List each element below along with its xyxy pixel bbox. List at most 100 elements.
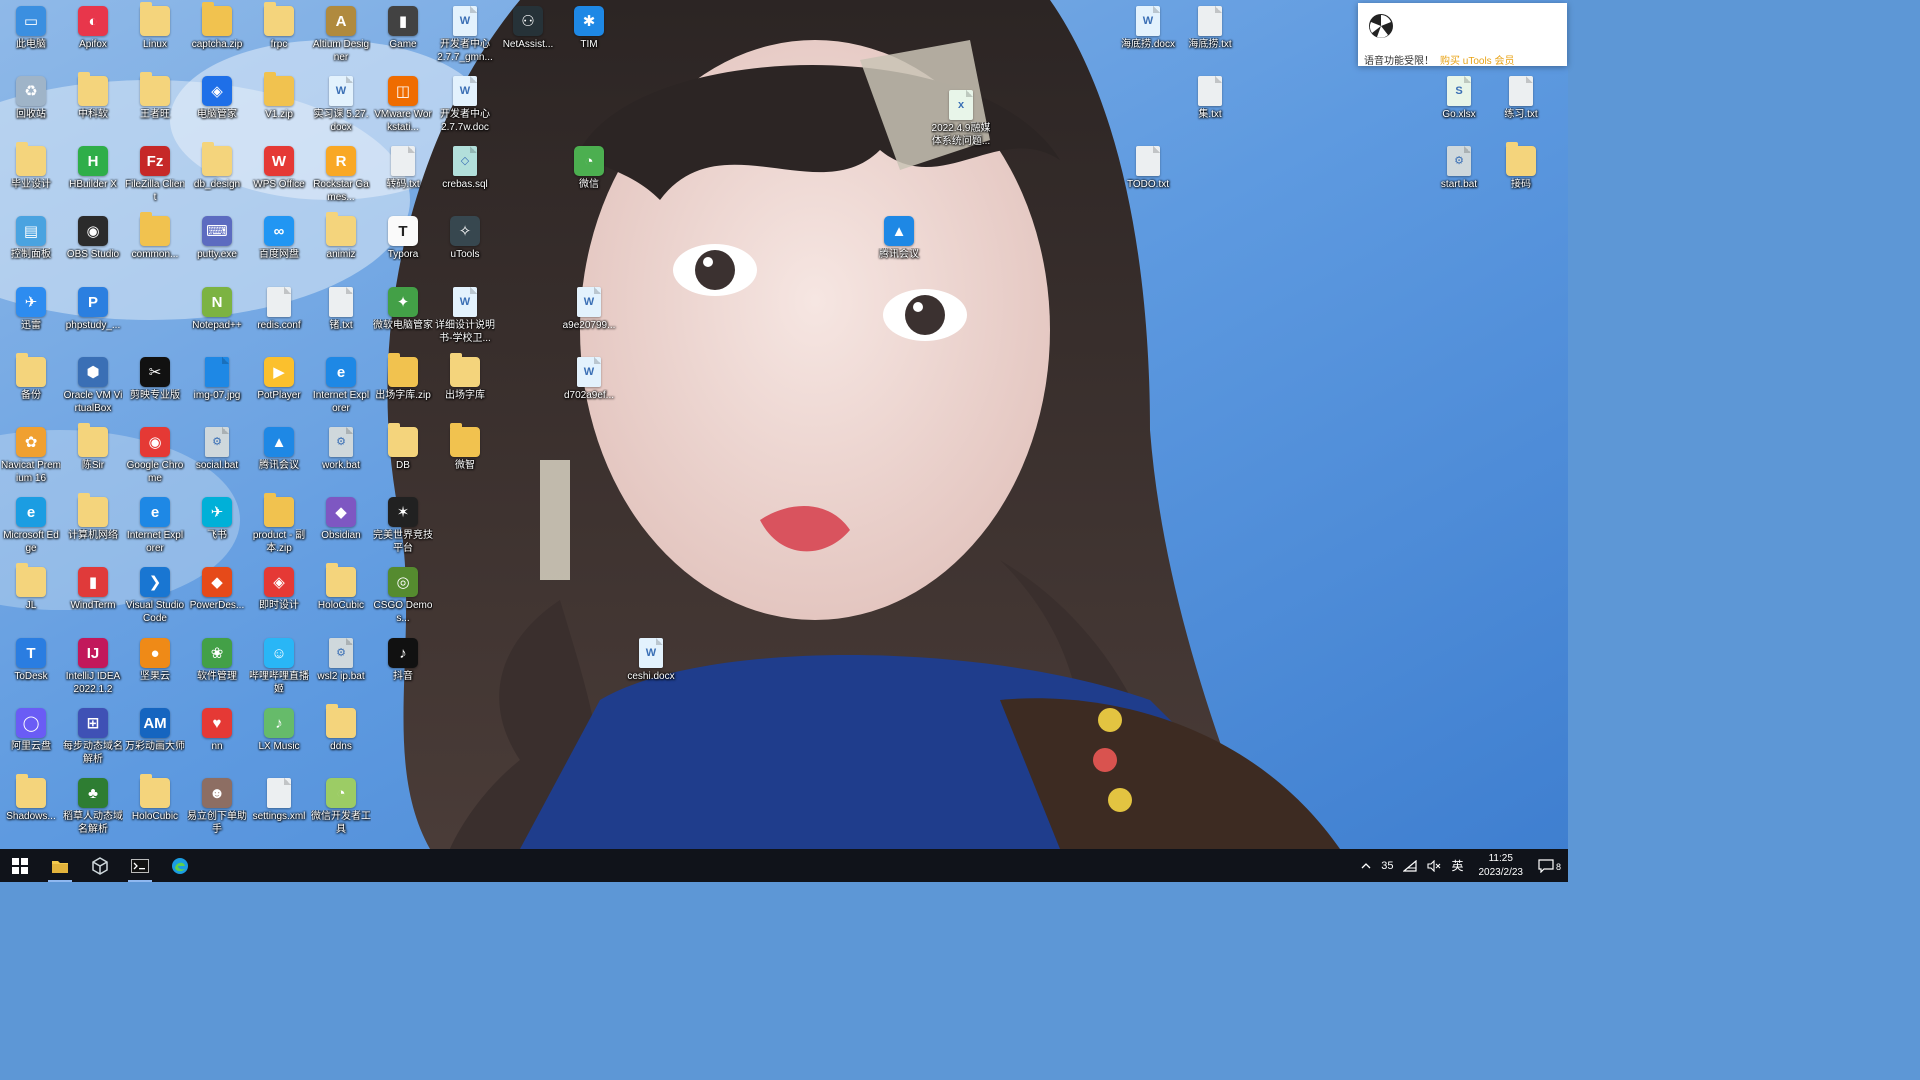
desktop-icon-24[interactable]: Linux xyxy=(125,0,185,51)
terminal-icon[interactable] xyxy=(120,849,160,882)
desktop-icon-90[interactable]: ◔ 微信 xyxy=(559,140,619,191)
desktop-icon-12[interactable]: ◐ Apifox xyxy=(63,0,123,51)
desktop-icon-35[interactable]: captcha.zip xyxy=(187,0,247,51)
virtualbox-taskbar-icon[interactable] xyxy=(80,849,120,882)
desktop-icon-69[interactable]: ddns xyxy=(311,702,371,753)
desktop-icon-94[interactable]: ▲ 腾讯会议 xyxy=(869,210,929,261)
desktop-icon-28[interactable]: ✂ 剪映专业版 xyxy=(125,351,185,402)
desktop-icon-16[interactable]: Pphpstudy_... xyxy=(63,281,123,332)
desktop-icon-21[interactable]: IJ IntelliJ IDEA 2022.1.2 xyxy=(63,632,123,696)
desktop-icon-17[interactable]: ⬢ Oracle VM VirtualBox xyxy=(63,351,123,415)
desktop-icon-97[interactable]: TODO.txt xyxy=(1118,140,1178,191)
desktop-icon-71[interactable]: ▮ Game xyxy=(373,0,433,51)
desktop-icon-98[interactable]: 海底捞.txt xyxy=(1180,0,1240,51)
desktop-icon-10[interactable]: ◯ 阿里云盘 xyxy=(1,702,61,753)
desktop-icon-89[interactable]: ✱ TIM xyxy=(559,0,619,51)
desktop-icon-23[interactable]: ♣ 稻草人动态域名解析 xyxy=(63,772,123,836)
desktop-icon-9[interactable]: T ToDesk xyxy=(1,632,61,683)
desktop-icon-40[interactable]: img-07.jpg xyxy=(187,351,247,402)
desktop-icon-86[interactable]: 出场字库 xyxy=(435,351,495,402)
desktop-icon-46[interactable]: ☻ 易立创下单助手 xyxy=(187,772,247,836)
desktop-icon-8[interactable]: JL xyxy=(1,561,61,612)
desktop-icon-56[interactable]: ☺ 哔哩哔哩直播姬 xyxy=(249,632,309,696)
desktop-icon-36[interactable]: ◈ 电脑管家 xyxy=(187,70,247,121)
desktop-icon-76[interactable]: 出场字库.zip xyxy=(373,351,433,402)
desktop-icon-33[interactable]: AM 万彩动画大师 xyxy=(125,702,185,753)
desktop-icon-27[interactable]: common... xyxy=(125,210,185,261)
volume-muted-icon[interactable] xyxy=(1422,849,1446,882)
desktop-icon-61[interactable]: R Rockstar Games... xyxy=(311,140,371,204)
desktop-icon-38[interactable]: ⌨ putty.exe xyxy=(187,210,247,261)
desktop-icon-100[interactable]: S Go.xlsx xyxy=(1429,70,1489,121)
desktop-icon-52[interactable]: ▶ PotPlayer xyxy=(249,351,309,402)
desktop-icon-31[interactable]: ❯ Visual Studio Code xyxy=(125,561,185,625)
desktop-icon-47[interactable]: frpc xyxy=(249,0,309,51)
desktop-icon-79[interactable]: ◎ CSGO Demos... xyxy=(373,561,433,625)
desktop-icon-78[interactable]: ✶ 完美世界竞技平台 xyxy=(373,491,433,555)
desktop-icon-41[interactable]: ⚙ social.bat xyxy=(187,421,247,472)
desktop-icon-51[interactable]: redis.conf xyxy=(249,281,309,332)
desktop-icon-93[interactable]: Wceshi.docx xyxy=(621,632,681,683)
desktop-icon-63[interactable]: 锗.txt xyxy=(311,281,371,332)
desktop-icon-55[interactable]: ◈ 即时设计 xyxy=(249,561,309,612)
desktop-icon-5[interactable]: 备份 xyxy=(1,351,61,402)
desktop-icon-54[interactable]: product - 副本.zip xyxy=(249,491,309,555)
desktop-icon-25[interactable]: 王者旺 xyxy=(125,70,185,121)
input-method-indicator[interactable]: 英 xyxy=(1446,849,1468,882)
desktop-icon-83[interactable]: ◇ crebas.sql xyxy=(435,140,495,191)
desktop-icon-43[interactable]: ◆ PowerDes... xyxy=(187,561,247,612)
desktop-icon-6[interactable]: ✿ Navicat Premium 16 xyxy=(1,421,61,485)
action-center-icon[interactable]: 8 xyxy=(1533,849,1568,882)
desktop-icon-18[interactable]: 陈Sir xyxy=(63,421,123,472)
desktop-icon-15[interactable]: ◉ OBS Studio xyxy=(63,210,123,261)
desktop-icon-95[interactable]: x 2022.4.9融媒体系统问题... xyxy=(931,84,991,148)
desktop-icon-34[interactable]: HoloCubic xyxy=(125,772,185,823)
desktop-icon-29[interactable]: ◉ Google Chrome xyxy=(125,421,185,485)
desktop-icon-70[interactable]: ◔ 微信开发者工具 xyxy=(311,772,371,836)
desktop-icon-85[interactable]: W 详细设计说明书-学校卫... xyxy=(435,281,495,345)
desktop-icon-37[interactable]: db_design xyxy=(187,140,247,191)
desktop-icon-74[interactable]: T Typora xyxy=(373,210,433,261)
desktop-icon-26[interactable]: Fz FileZilla Client xyxy=(125,140,185,204)
desktop-icon-58[interactable]: settings.xml xyxy=(249,772,309,823)
desktop-icon-103[interactable]: 接码 xyxy=(1491,140,1551,191)
desktop-icon-19[interactable]: 计算机网络 xyxy=(63,491,123,542)
desktop-icon-45[interactable]: ♥ nn xyxy=(187,702,247,753)
desktop-icon-49[interactable]: W WPS Office xyxy=(249,140,309,191)
desktop-icon-44[interactable]: ❀ 软件管理 xyxy=(187,632,247,683)
desktop-icon-42[interactable]: ✈ 飞书 xyxy=(187,491,247,542)
desktop-icon-11[interactable]: Shadows... xyxy=(1,772,61,823)
edge-taskbar-icon[interactable] xyxy=(160,849,200,882)
file-explorer-icon[interactable] xyxy=(40,849,80,882)
desktop-icon-4[interactable]: ✈ 迅雷 xyxy=(1,281,61,332)
desktop-icon-92[interactable]: Wd702a9ef... xyxy=(559,351,619,402)
desktop-icon-87[interactable]: 微智 xyxy=(435,421,495,472)
desktop-icon-32[interactable]: ● 坚果云 xyxy=(125,632,185,683)
notification-link[interactable]: 购买 uTools 会员 xyxy=(1440,56,1514,67)
desktop-icon-14[interactable]: H HBuilder X xyxy=(63,140,123,191)
desktop-icon-30[interactable]: e Internet Explorer xyxy=(125,491,185,555)
desktop-icon-50[interactable]: ∞ 百度网盘 xyxy=(249,210,309,261)
desktop-icon-99[interactable]: 集.txt xyxy=(1180,70,1240,121)
desktop-icon-62[interactable]: animiz xyxy=(311,210,371,261)
desktop-icon-82[interactable]: W 开发者中心 2.7.7w.doc xyxy=(435,70,495,134)
desktop-icon-73[interactable]: 转码.txt xyxy=(373,140,433,191)
chevron-up-icon[interactable] xyxy=(1356,849,1376,882)
desktop-icon-66[interactable]: ◆ Obsidian xyxy=(311,491,371,542)
desktop-icon-0[interactable]: ▭ 此电脑 xyxy=(1,0,61,51)
desktop-icon-96[interactable]: W 海底捞.docx xyxy=(1118,0,1178,51)
desktop-icon-84[interactable]: ✧ uTools xyxy=(435,210,495,261)
desktop-icon-81[interactable]: W 开发者中心 2.7.7_gmn... xyxy=(435,0,495,64)
desktop-icon-57[interactable]: ♪ LX Music xyxy=(249,702,309,753)
windows-start-icon[interactable] xyxy=(0,849,40,882)
desktop-icon-60[interactable]: W 实习课 5.27.docx xyxy=(311,70,371,134)
desktop-icon-13[interactable]: 中科软 xyxy=(63,70,123,121)
desktop-icon-65[interactable]: ⚙ work.bat xyxy=(311,421,371,472)
desktop-icon-88[interactable]: ⚇ NetAssist... xyxy=(498,0,558,51)
desktop-icon-53[interactable]: ▲ 腾讯会议 xyxy=(249,421,309,472)
network-icon[interactable] xyxy=(1398,849,1422,882)
desktop-icon-80[interactable]: ♪ 抖音 xyxy=(373,632,433,683)
desktop-icon-48[interactable]: V1.zip xyxy=(249,70,309,121)
desktop-icon-72[interactable]: ◫ VMware Workstati... xyxy=(373,70,433,134)
desktop-icon-77[interactable]: DB xyxy=(373,421,433,472)
